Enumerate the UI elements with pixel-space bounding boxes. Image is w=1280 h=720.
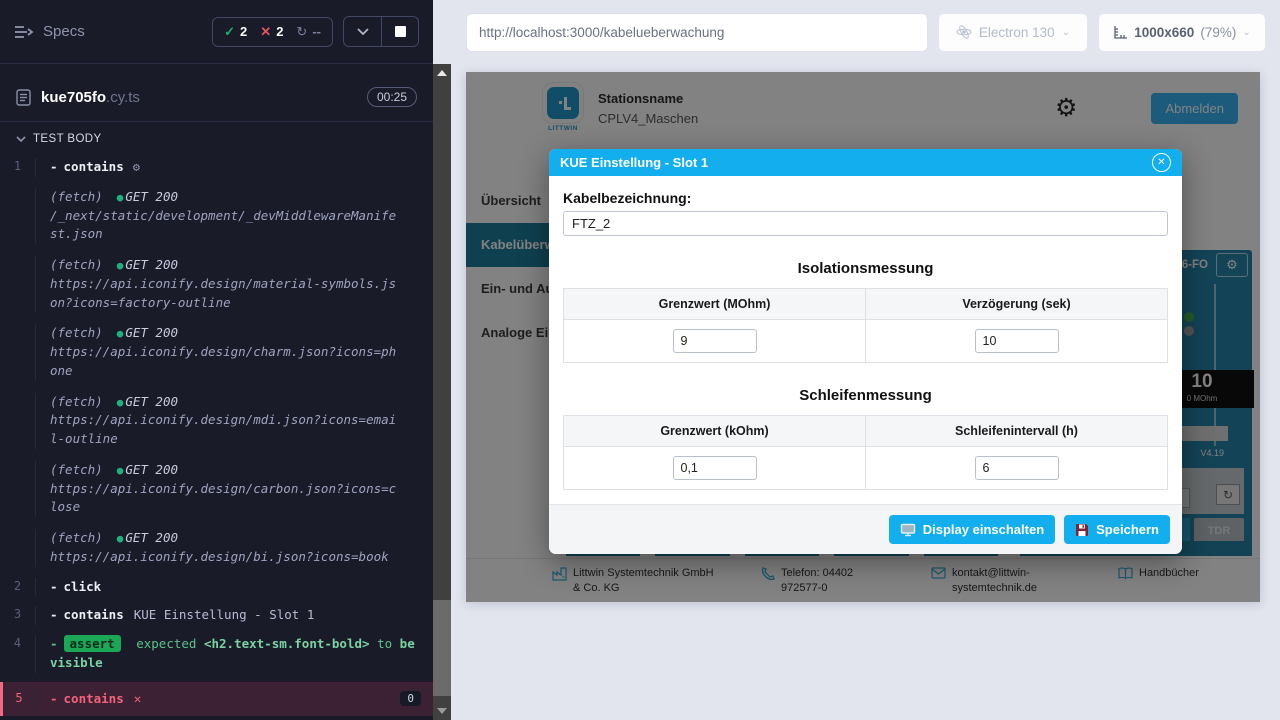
- cable-name-input[interactable]: [563, 211, 1168, 236]
- fetch-url: /_next/static/development/_devMiddleware…: [50, 207, 402, 245]
- column-header: Grenzwert (MOhm): [564, 289, 866, 320]
- chevron-down-icon: [16, 136, 26, 142]
- scroll-down-icon[interactable]: [437, 708, 447, 714]
- assert-row[interactable]: 4 -assert expected <h2.text-sm.font-bold…: [0, 630, 433, 678]
- fetch-log-row[interactable]: (fetch)●GET 200 https://api.iconify.desi…: [0, 387, 433, 455]
- viewport-select[interactable]: 1000x660 (79%) ⌄: [1098, 13, 1266, 52]
- column-header: Verzögerung (sek): [866, 289, 1168, 320]
- cable-name-label: Kabelbezeichnung:: [563, 190, 1168, 206]
- reporter-scrollbar[interactable]: [433, 64, 451, 720]
- assert-badge: assert: [64, 635, 121, 652]
- loop-section-title: Schleifenmessung: [563, 387, 1168, 404]
- save-button[interactable]: Speichern: [1064, 515, 1170, 544]
- fetch-url: https://api.iconify.design/bi.json?icons…: [50, 548, 402, 567]
- scroll-up-icon[interactable]: [437, 70, 447, 76]
- viewport-ruler-icon: [1113, 25, 1128, 40]
- close-button[interactable]: ✕: [1152, 153, 1171, 172]
- column-header: Schleifenintervall (h): [866, 416, 1168, 447]
- fetch-log-row[interactable]: (fetch)●GET 200 https://api.iconify.desi…: [0, 318, 433, 386]
- collapse-tests-button[interactable]: [344, 17, 381, 46]
- display-on-button[interactable]: Display einschalten: [889, 515, 1055, 544]
- electron-icon: [956, 24, 972, 40]
- fetch-log-row[interactable]: (fetch)●GET 200 /_next/static/developmen…: [0, 182, 433, 250]
- fetch-log-row[interactable]: (fetch)●GET 200 https://api.iconify.desi…: [0, 250, 433, 318]
- spec-extension: .cy.ts: [106, 89, 140, 106]
- status-dot-icon: ●: [117, 327, 124, 340]
- browser-name: Electron 130: [979, 25, 1055, 40]
- check-icon: ✓: [224, 24, 235, 40]
- floppy-disk-icon: [1075, 523, 1089, 537]
- status-dot-icon: ●: [117, 464, 124, 477]
- modal-body: Kabelbezeichnung: Isolationsmessung Gren…: [549, 176, 1182, 504]
- close-icon: ✕: [1157, 157, 1165, 168]
- command-row[interactable]: 2 click: [0, 573, 433, 602]
- status-dot-icon: ●: [117, 396, 124, 409]
- reporter-header: Specs ✓2 ✕2 ↻--: [0, 0, 433, 64]
- test-body-label: TEST BODY: [33, 133, 102, 145]
- modal-footer: Display einschalten Speichern: [549, 504, 1182, 554]
- spec-name: kue705fo: [41, 89, 106, 106]
- viewport-size: 1000x660: [1134, 25, 1194, 40]
- monitor-icon: [900, 523, 916, 537]
- fetch-log-row[interactable]: (fetch)●GET 200 https://api.iconify.desi…: [0, 523, 433, 573]
- test-stats: ✓2 ✕2 ↻--: [212, 17, 333, 47]
- passed-count: ✓2: [224, 24, 247, 40]
- fetch-log-row[interactable]: (fetch)●GET 200 https://api.iconify.desi…: [0, 455, 433, 523]
- isolation-delay-input[interactable]: [975, 329, 1059, 353]
- viewport-zoom: (79%): [1200, 25, 1236, 40]
- specs-menu-icon: [14, 25, 34, 39]
- refresh-icon: ↻: [296, 24, 307, 40]
- stop-run-button[interactable]: [381, 17, 418, 46]
- fetch-url: https://api.iconify.design/material-symb…: [50, 275, 402, 313]
- spec-file-row[interactable]: kue705fo.cy.ts 00:25: [0, 73, 433, 122]
- chevron-down-icon: [357, 28, 369, 35]
- command-log: 1 contains⚙ (fetch)●GET 200 /_next/stati…: [0, 153, 433, 716]
- kue-settings-modal: KUE Einstellung - Slot 1 ✕ Kabelbezeichn…: [549, 149, 1182, 554]
- spec-duration-badge: 00:25: [367, 87, 417, 107]
- isolation-section-title: Isolationsmessung: [563, 260, 1168, 277]
- cypress-reporter: Specs ✓2 ✕2 ↻-- kue705fo.cy.ts 00:25 TES…: [0, 0, 433, 720]
- fail-count-badge: 0: [400, 691, 421, 706]
- command-row[interactable]: 3 containsKUE Einstellung - Slot 1: [0, 601, 433, 630]
- failed-command-row[interactable]: 5 contains✕ 0: [0, 682, 433, 717]
- cross-icon: ✕: [260, 24, 271, 40]
- url-bar: Electron 130 ⌄ 1000x660 (79%) ⌄: [451, 0, 1280, 64]
- fetch-url: https://api.iconify.design/carbon.json?i…: [50, 480, 402, 518]
- status-dot-icon: ●: [117, 532, 124, 545]
- fetch-url: https://api.iconify.design/charm.json?ic…: [50, 343, 402, 381]
- loop-table: Grenzwert (kOhm) Schleifenintervall (h): [563, 415, 1168, 490]
- failed-count: ✕2: [260, 24, 283, 40]
- modal-title: KUE Einstellung - Slot 1: [560, 155, 708, 170]
- modal-header: KUE Einstellung - Slot 1 ✕: [549, 149, 1182, 176]
- loop-interval-input[interactable]: [975, 456, 1059, 480]
- command-row[interactable]: 1 contains⚙: [0, 153, 433, 182]
- chevron-down-icon: ⌄: [1242, 27, 1250, 38]
- status-dot-icon: ●: [117, 259, 124, 272]
- isolation-table: Grenzwert (MOhm) Verzögerung (sek): [563, 288, 1168, 363]
- pending-count: ↻--: [296, 24, 321, 40]
- scrollbar-thumb[interactable]: [433, 600, 451, 696]
- run-controls: [343, 16, 419, 47]
- column-header: Grenzwert (kOhm): [564, 416, 866, 447]
- loop-limit-input[interactable]: [673, 456, 757, 480]
- test-body-toggle[interactable]: TEST BODY: [0, 122, 433, 153]
- browser-select[interactable]: Electron 130 ⌄: [938, 13, 1088, 52]
- stop-icon: [395, 26, 406, 37]
- isolation-limit-input[interactable]: [673, 329, 757, 353]
- url-input[interactable]: [466, 13, 928, 52]
- status-dot-icon: ●: [117, 191, 124, 204]
- chevron-down-icon: ⌄: [1062, 27, 1070, 38]
- gear-icon: ⚙: [133, 160, 140, 174]
- specs-label: Specs: [43, 23, 85, 40]
- specs-menu-button[interactable]: Specs: [14, 23, 85, 40]
- fail-x-icon: ✕: [134, 691, 142, 706]
- fetch-url: https://api.iconify.design/mdi.json?icon…: [50, 411, 402, 449]
- document-icon: [16, 89, 31, 106]
